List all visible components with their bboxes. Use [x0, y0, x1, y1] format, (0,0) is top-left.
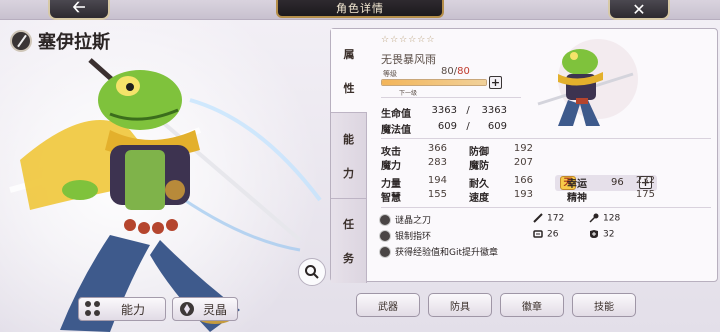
stat-label: 力量	[381, 179, 401, 190]
character-name-block: 塞伊拉斯	[10, 28, 110, 54]
ring-circle-icon	[379, 229, 391, 242]
hp-row: 生命值 3363 / 3363	[381, 105, 507, 120]
side-tabs: 属 性 能 力 任 务	[331, 29, 367, 283]
stat-label: 攻击	[381, 147, 401, 158]
level-up-button[interactable]: +	[489, 76, 502, 89]
level-current: 80	[441, 66, 454, 77]
zoom-button[interactable]	[298, 258, 326, 286]
mp-max: 609	[487, 121, 507, 132]
mp-label: 魔法值	[381, 125, 411, 136]
tab-quests[interactable]: 任 务	[331, 199, 367, 283]
tab-quests-label-1: 任	[343, 218, 354, 231]
stat-value: 166	[513, 175, 533, 186]
stat-label: 防御	[469, 147, 489, 158]
stat-value: 155	[427, 189, 447, 200]
character-artwork	[9, 58, 322, 332]
character-title: 无畏暴风雨	[381, 53, 436, 66]
ability-label: 能力	[121, 302, 146, 317]
exp-bar	[381, 79, 487, 86]
stat-label: 魔防	[469, 161, 489, 172]
tab-attributes[interactable]: 属 性	[331, 29, 367, 113]
hp-label: 生命值	[381, 109, 411, 120]
exp-bar-fill	[382, 80, 486, 85]
sword-circle-icon	[379, 213, 391, 226]
next-level-label: 下一级	[399, 90, 418, 97]
arrow-left-icon: 🡠	[72, 0, 86, 16]
accessory-name: 银制指环	[395, 232, 432, 242]
ability-button[interactable]: 能力	[78, 297, 166, 321]
star-rating: ☆☆☆☆☆☆	[381, 35, 436, 45]
tab-attributes-label-2: 性	[343, 81, 355, 95]
close-x-icon: ✕	[632, 0, 646, 19]
stat-value: 194	[427, 175, 447, 186]
divider	[381, 138, 711, 139]
level-max: 80	[457, 66, 470, 77]
equipment-weapon[interactable]: 谜晶之刀	[379, 213, 431, 226]
wand-icon	[589, 213, 599, 223]
accessory-stat-1: 26	[533, 229, 558, 240]
stat-value: 366	[427, 143, 447, 154]
magnifier-icon	[305, 265, 319, 279]
character-info-panel: 属 性 能 力 任 务 ☆☆☆☆☆☆ 无畏暴风雨 等级 80/80 + 下一级 …	[330, 28, 718, 283]
accessory-magic-defense-value: 32	[603, 229, 615, 240]
stat-value: 175	[635, 189, 655, 200]
mp-current: 609	[437, 121, 457, 132]
hp-max: 3363	[481, 105, 507, 116]
character-portrait	[537, 39, 638, 126]
tab-skills[interactable]: 技能	[572, 293, 636, 317]
mp-row: 魔法值 609 / 609	[381, 121, 507, 136]
badge-hint: 获得经验值和Git提升徽章	[395, 248, 499, 258]
tab-abilities-label-2: 力	[343, 166, 354, 180]
tab-weapon[interactable]: 武器	[356, 293, 420, 317]
back-button[interactable]: 🡠	[48, 0, 110, 20]
heaven-value: 96	[611, 177, 624, 188]
stat-value: 192	[513, 143, 533, 154]
accessory-stat-2: 32	[589, 229, 614, 240]
stat-label: 魔力	[381, 161, 401, 172]
weapon-magic-value: 128	[603, 213, 621, 224]
stat-value: 193	[513, 189, 533, 200]
spirit-label: 灵晶	[203, 302, 228, 317]
stat-label: 速度	[469, 193, 489, 204]
sword-icon	[533, 213, 543, 223]
level-value: 80/80	[441, 66, 470, 77]
stat-label: 耐久	[469, 179, 489, 190]
ability-grid-icon	[85, 301, 101, 317]
stat-label: 幸运	[567, 179, 587, 190]
stat-label: 精神	[567, 193, 587, 204]
hp-separator: /	[466, 105, 470, 116]
tab-armor[interactable]: 防具	[428, 293, 492, 317]
badge-icon	[379, 245, 391, 258]
page-title: 角色详情	[276, 0, 444, 18]
slash-icon	[10, 30, 32, 52]
tab-attributes-label-1: 属	[343, 47, 355, 61]
character-name: 塞伊拉斯	[38, 32, 110, 53]
tab-quests-label-2: 务	[343, 252, 354, 265]
divider	[381, 207, 711, 208]
equipment-accessory[interactable]: 银制指环	[379, 229, 431, 242]
close-button[interactable]: ✕	[608, 0, 670, 20]
stat-value: 207	[513, 157, 533, 168]
weapon-stat-2: 128	[589, 213, 620, 224]
weapon-stat-1: 172	[533, 213, 564, 224]
divider	[381, 97, 521, 98]
cross-shield-icon	[590, 230, 598, 238]
accessory-defense-value: 26	[547, 229, 559, 240]
shield-icon	[533, 230, 543, 238]
tab-badge[interactable]: 徽章	[500, 293, 564, 317]
level-label: 等级	[383, 70, 397, 78]
mp-separator: /	[466, 121, 470, 132]
tab-abilities-label-1: 能	[343, 132, 354, 146]
crystal-icon	[180, 302, 194, 316]
weapon-name: 谜晶之刀	[395, 216, 432, 226]
weapon-attack-value: 172	[547, 213, 565, 224]
hp-current: 3363	[431, 105, 457, 116]
spirit-crystal-button[interactable]: 灵晶	[172, 297, 238, 321]
stat-label: 智慧	[381, 193, 401, 204]
badge-hint-row: 获得经验值和Git提升徽章	[379, 245, 498, 258]
stat-value: 283	[427, 157, 447, 168]
tab-abilities[interactable]: 能 力	[331, 113, 367, 199]
stat-value: 232	[635, 175, 655, 186]
